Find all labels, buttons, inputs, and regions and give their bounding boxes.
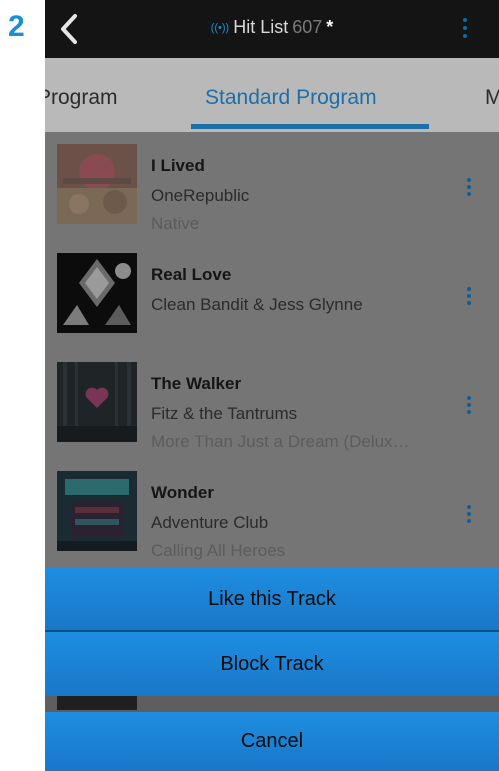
track-artist: Adventure Club (151, 513, 269, 532)
album-art-real-love (57, 253, 137, 333)
track-row[interactable]: Real Love Clean Bandit & Jess Glynne (45, 241, 499, 350)
track-options-icon[interactable] (465, 176, 473, 200)
block-track-button[interactable]: Block Track (45, 632, 499, 696)
track-title: The Walker (151, 374, 242, 393)
playlist-title: Hit List (233, 17, 289, 37)
album-art-native (57, 144, 137, 224)
program-tabs: Program Standard Program M (45, 58, 499, 132)
active-tab-indicator (191, 124, 429, 129)
phone-screen: ((•)) Hit List 607 * Program Standard Progr… (45, 0, 499, 771)
track-row[interactable]: The Walker Fitz & the Tantrums More Than… (45, 350, 499, 459)
track-album: Native (151, 214, 200, 233)
track-options-icon[interactable] (465, 285, 473, 309)
broadcast-icon: ((•)) (210, 22, 230, 34)
track-artist: Clean Bandit & Jess Glynne (151, 295, 363, 314)
track-title: Real Love (151, 265, 232, 284)
like-track-button[interactable]: Like this Track (45, 568, 499, 630)
track-options-icon[interactable] (465, 394, 473, 418)
track-artist: Fitz & the Tantrums (151, 404, 298, 423)
top-app-bar: ((•)) Hit List 607 * (45, 0, 499, 58)
track-album: Calling All Heroes (151, 541, 286, 560)
step-number: 2 (8, 10, 25, 43)
album-art-the-walker (57, 362, 137, 442)
album-art-calling-all-heroes (57, 471, 137, 551)
track-row[interactable]: Wonder Adventure Club Calling All Heroes (45, 459, 499, 568)
overflow-menu-icon[interactable] (461, 14, 469, 44)
track-title: I Lived (151, 156, 205, 175)
track-row[interactable]: I Lived OneRepublic Native (45, 132, 499, 241)
cancel-button[interactable]: Cancel (45, 712, 499, 771)
tab-standard-program[interactable]: Standard Program (205, 86, 377, 110)
album-art-partial (57, 696, 137, 710)
track-title: Wonder (151, 483, 214, 502)
playlist-track-count: 607 (292, 17, 323, 37)
track-artist: OneRepublic (151, 186, 250, 205)
track-album: More Than Just a Dream (Delux… (151, 432, 410, 451)
playlist-title-bar: ((•)) Hit List 607 * (45, 17, 499, 38)
modified-marker: * (326, 17, 334, 37)
tab-program[interactable]: Program (45, 86, 118, 110)
track-options-icon[interactable] (465, 503, 473, 527)
track-list: I Lived OneRepublic Native Real Love Cle… (45, 132, 499, 568)
tab-next[interactable]: M (485, 86, 499, 110)
